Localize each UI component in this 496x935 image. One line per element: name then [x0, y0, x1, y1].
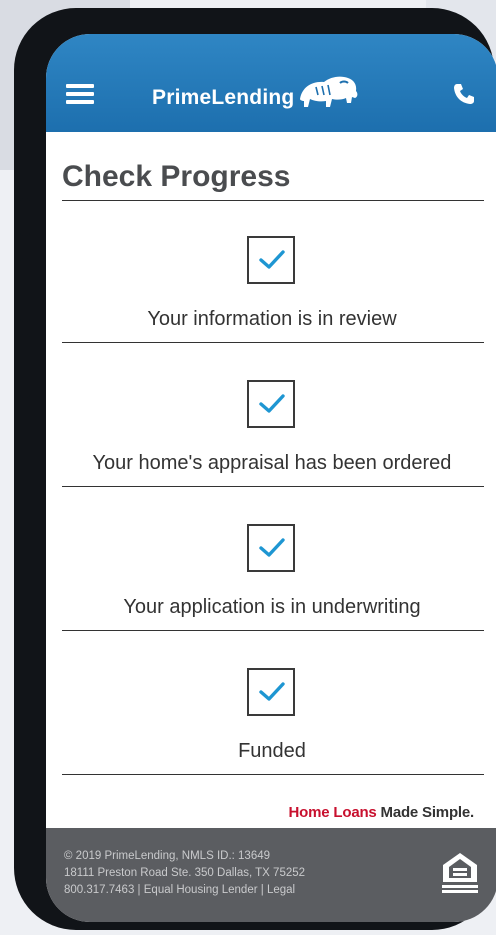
progress-step: Your information is in review	[46, 236, 496, 380]
equal-housing-lender-icon	[442, 853, 478, 893]
footer-legal-text: © 2019 PrimeLending, NMLS ID.: 13649 181…	[64, 848, 305, 899]
footer-separator: |	[257, 884, 267, 896]
progress-step: Your application is in underwriting	[46, 524, 496, 668]
bison-icon	[300, 76, 358, 107]
step-label: Your information is in review	[147, 308, 397, 330]
brand-logo[interactable]: PrimeLending	[152, 76, 360, 118]
tagline: Home Loans Made Simple.	[288, 804, 475, 821]
tagline-rest: Made Simple.	[376, 804, 475, 821]
app-footer: © 2019 PrimeLending, NMLS ID.: 13649 181…	[46, 828, 496, 922]
footer-phone-link[interactable]: 800.317.7463	[64, 884, 134, 896]
step-label: Funded	[238, 740, 306, 762]
footer-legal-link[interactable]: Legal	[267, 884, 295, 896]
footer-separator: |	[134, 884, 144, 896]
progress-step: Your home's appraisal has been ordered	[46, 380, 496, 524]
title-divider	[62, 200, 484, 201]
hamburger-menu-icon[interactable]	[66, 84, 96, 106]
brand-name: PrimeLending	[152, 86, 295, 109]
phone-volume-up-button	[20, 258, 30, 322]
checkmark-icon	[259, 394, 285, 413]
step-checkbox	[247, 380, 295, 428]
app-header: PrimeLending	[46, 34, 496, 132]
step-divider	[62, 630, 484, 631]
tagline-accent: Home Loans	[288, 804, 377, 821]
checkmark-icon	[259, 538, 285, 557]
progress-step: Funded	[46, 668, 496, 812]
step-checkbox	[247, 524, 295, 572]
footer-links: 800.317.7463 | Equal Housing Lender | Le…	[64, 882, 305, 899]
page-title: Check Progress	[62, 160, 291, 193]
step-label: Your home's appraisal has been ordered	[92, 452, 452, 474]
step-label: Your application is in underwriting	[123, 596, 421, 618]
step-divider	[62, 342, 484, 343]
checkmark-icon	[259, 250, 285, 269]
phone-frame: PrimeLending Check Progress Your informa…	[14, 8, 496, 930]
phone-volume-down-button	[20, 334, 30, 398]
step-checkbox	[247, 236, 295, 284]
phone-screen: PrimeLending Check Progress Your informa…	[46, 34, 496, 922]
phone-icon[interactable]	[452, 82, 476, 106]
step-divider	[62, 486, 484, 487]
step-checkbox	[247, 668, 295, 716]
phone-side-button	[20, 198, 30, 236]
checkmark-icon	[259, 682, 285, 701]
footer-equal-housing-link[interactable]: Equal Housing Lender	[144, 884, 258, 896]
step-divider	[62, 774, 484, 775]
footer-copyright: © 2019 PrimeLending, NMLS ID.: 13649	[64, 850, 271, 862]
footer-address: 18111 Preston Road Ste. 350 Dallas, TX 7…	[64, 867, 306, 879]
